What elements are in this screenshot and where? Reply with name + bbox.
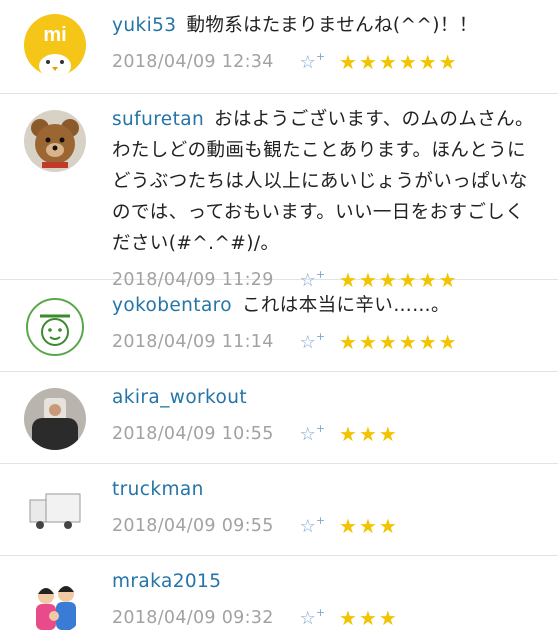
plus-icon: + (315, 514, 326, 527)
comment-item: mi yuki53 動物系はたまりませんね(^^)！！ 2018/04/09 12… (0, 0, 558, 94)
avatar[interactable] (24, 572, 86, 634)
comment-text: これは本当に辛い……。 (242, 295, 450, 316)
timestamp: 2018/04/09 12:34 (112, 52, 274, 72)
username-link[interactable]: akira_workout (112, 387, 247, 408)
add-star-button[interactable]: ☆+ (299, 50, 326, 73)
comment-item: sufuretan おはようございます、のムのムさん。わたしどの動画も観たことあり… (0, 94, 558, 292)
username-link[interactable]: truckman (112, 479, 204, 500)
timestamp: 2018/04/09 09:55 (112, 516, 274, 536)
star-rating: ★★★ (339, 514, 399, 538)
star-rating: ★★★★★★ (339, 330, 459, 354)
comment-text: 動物系はたまりませんね(^^)！！ (186, 15, 478, 36)
avatar[interactable] (24, 296, 86, 358)
avatar[interactable]: mi (24, 14, 86, 76)
username-link[interactable]: yuki53 (112, 15, 176, 36)
star-rating: ★★★★★★ (339, 50, 459, 74)
star-outline-icon: ☆ (299, 52, 316, 73)
star-rating: ★★★ (339, 606, 399, 630)
timestamp: 2018/04/09 11:14 (112, 332, 274, 352)
star-rating: ★★★ (339, 422, 399, 446)
star-outline-icon: ☆ (299, 424, 316, 445)
comment-item: akira_workout 2018/04/09 10:55 ☆+ ★★★ (0, 372, 558, 464)
comment-text: おはようございます、のムのムさん。わたしどの動画も観たことあります。ほんとうにど… (112, 109, 534, 254)
avatar[interactable] (24, 388, 86, 450)
star-outline-icon: ☆ (299, 332, 316, 353)
username-link[interactable]: yokobentaro (112, 295, 232, 316)
plus-icon: + (315, 330, 326, 343)
add-star-button[interactable]: ☆+ (299, 606, 326, 629)
plus-icon: + (315, 422, 326, 435)
add-star-button[interactable]: ☆+ (299, 330, 326, 353)
timestamp: 2018/04/09 09:32 (112, 608, 274, 628)
comment-item: mraka2015 2018/04/09 09:32 ☆+ ★★★ (0, 556, 558, 640)
star-outline-icon: ☆ (299, 516, 316, 537)
username-link[interactable]: mraka2015 (112, 571, 221, 592)
avatar[interactable] (24, 110, 86, 172)
svg-text:mi: mi (43, 24, 66, 46)
plus-icon: + (315, 606, 326, 619)
comment-item: truckman 2018/04/09 09:55 ☆+ ★★★ (0, 464, 558, 556)
plus-icon: + (315, 50, 326, 63)
avatar[interactable] (24, 480, 86, 542)
add-star-button[interactable]: ☆+ (299, 422, 326, 445)
add-star-button[interactable]: ☆+ (299, 514, 326, 537)
comment-item: yokobentaro これは本当に辛い……。 2018/04/09 11:14 … (0, 280, 558, 372)
timestamp: 2018/04/09 10:55 (112, 424, 274, 444)
username-link[interactable]: sufuretan (112, 109, 204, 130)
star-outline-icon: ☆ (299, 608, 316, 629)
